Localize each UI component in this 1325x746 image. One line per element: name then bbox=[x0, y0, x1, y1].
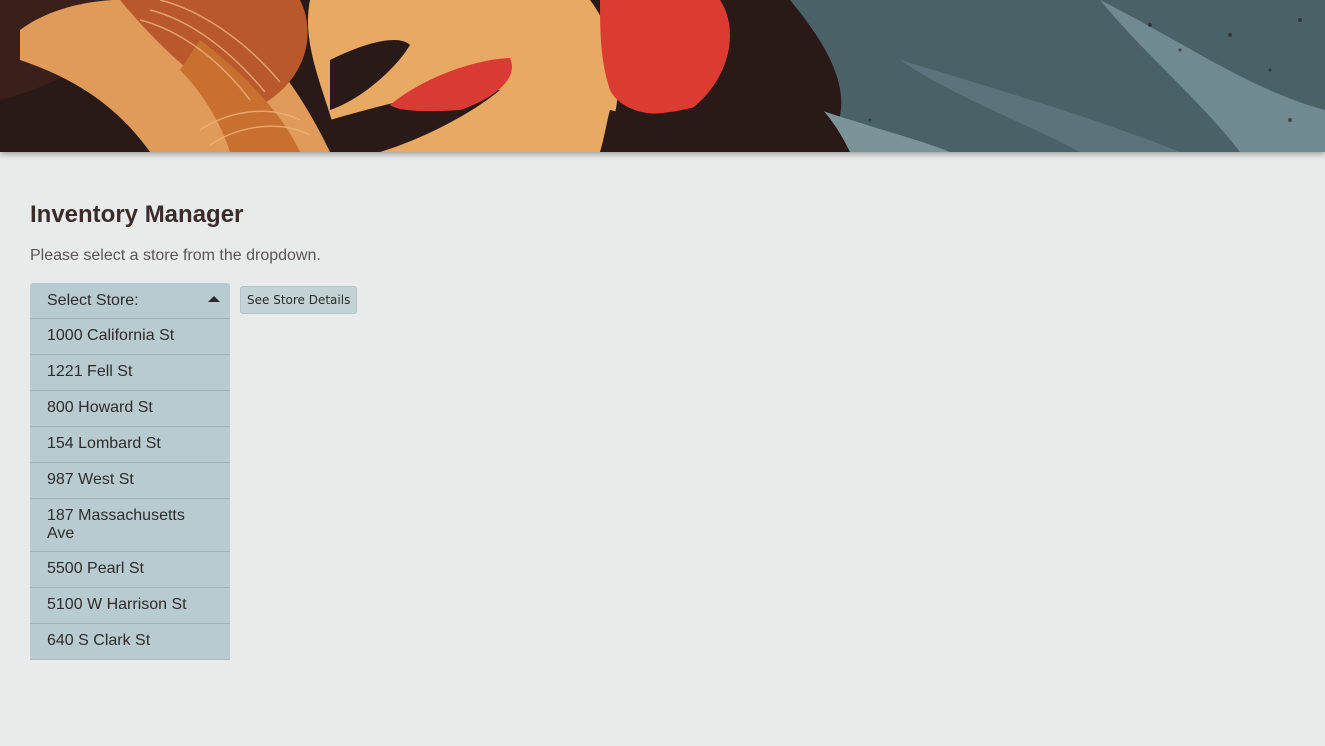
store-dropdown[interactable]: Select Store: 1000 California St 1221 Fel… bbox=[30, 283, 230, 660]
banner-artwork bbox=[0, 0, 1325, 152]
store-option[interactable]: 5100 W Harrison St bbox=[30, 588, 230, 624]
store-dropdown-label: Select Store: bbox=[47, 291, 139, 309]
see-store-details-button[interactable]: See Store Details bbox=[240, 286, 358, 314]
main-content: Inventory Manager Please select a store … bbox=[30, 198, 1290, 660]
store-option[interactable]: 987 West St bbox=[30, 463, 230, 499]
store-option[interactable]: 154 Lombard St bbox=[30, 427, 230, 463]
store-option[interactable]: 640 S Clark St bbox=[30, 624, 230, 660]
store-options-list: 1000 California St 1221 Fell St 800 Howard… bbox=[30, 319, 230, 660]
store-option[interactable]: 1221 Fell St bbox=[30, 355, 230, 391]
page-title: Inventory Manager bbox=[30, 201, 244, 228]
caret-up-icon bbox=[208, 296, 220, 302]
header-banner bbox=[0, 0, 1325, 152]
instruction-text: Please select a store from the dropdown. bbox=[30, 247, 321, 264]
store-dropdown-toggle[interactable]: Select Store: bbox=[30, 283, 230, 319]
store-option[interactable]: 800 Howard St bbox=[30, 391, 230, 427]
store-option[interactable]: 5500 Pearl St bbox=[30, 552, 230, 588]
store-option[interactable]: 1000 California St bbox=[30, 319, 230, 355]
store-option[interactable]: 187 Massachusetts Ave bbox=[30, 499, 230, 552]
